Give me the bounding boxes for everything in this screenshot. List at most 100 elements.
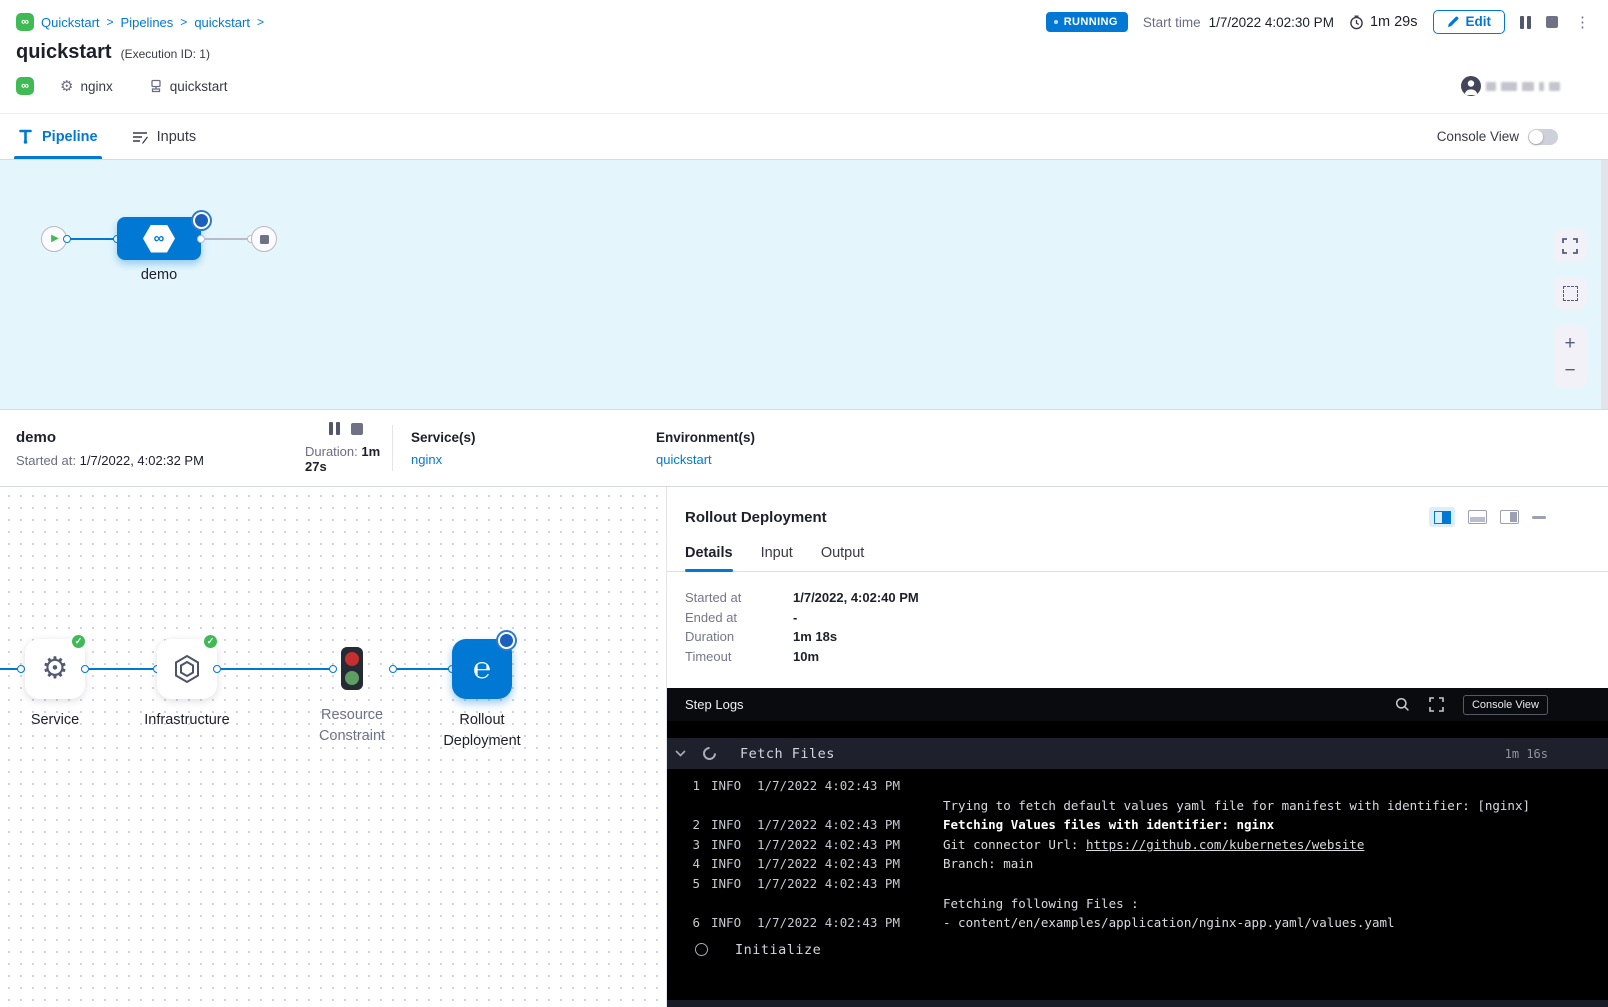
zoom-out-button[interactable]: −: [1564, 361, 1575, 380]
breadcrumb-separator: >: [257, 15, 264, 29]
log-link[interactable]: https://github.com/kubernetes/website: [1086, 837, 1364, 852]
breadcrumb-link-pipelines[interactable]: Pipelines: [121, 15, 174, 30]
console-view-toggle[interactable]: [1528, 129, 1558, 145]
services-block: Service(s) nginx: [411, 430, 656, 467]
layout-right-button[interactable]: [1500, 510, 1519, 524]
breadcrumb: ∞ Quickstart > Pipelines > quickstart >: [16, 13, 264, 31]
redacted-text: [1539, 82, 1544, 91]
more-options-button[interactable]: ⋮: [1573, 15, 1592, 30]
zoom-in-button[interactable]: +: [1564, 334, 1575, 353]
step-node-rollout-deployment[interactable]: ℮: [452, 639, 512, 699]
pause-execution-button[interactable]: [1520, 16, 1531, 29]
breadcrumb-link-quickstart[interactable]: Quickstart: [41, 15, 100, 30]
step-node-resource-constraint[interactable]: [341, 647, 363, 690]
detail-label: Duration: [685, 627, 793, 647]
status-dot-icon: [1054, 20, 1058, 24]
canvas-fullscreen-button[interactable]: [1553, 230, 1587, 262]
next-section-edge: [667, 1000, 1608, 1007]
abort-execution-button[interactable]: [1546, 16, 1558, 28]
section-duration: 1m 16s: [1505, 747, 1548, 761]
page-header: ∞ Quickstart > Pipelines > quickstart > …: [0, 0, 1608, 113]
execution-workspace: ⚙ ✓ ✓ ℮ Service Infrastructure Reso: [0, 487, 1608, 1007]
logs-fullscreen-icon[interactable]: [1429, 697, 1444, 712]
tags-row: ∞ ⚙ nginx quickstart: [0, 64, 1608, 96]
execution-controls: RUNNING Start time 1/7/2022 4:02:30 PM 1…: [1046, 10, 1592, 34]
panel-layout-controls: [1429, 507, 1546, 527]
edge-connector: [81, 665, 89, 673]
service-link[interactable]: nginx: [411, 452, 656, 467]
tab-details[interactable]: Details: [685, 545, 733, 571]
breadcrumb-separator: >: [180, 15, 187, 29]
user-avatar: [1461, 76, 1481, 96]
cd-stage-icon: ∞: [143, 225, 175, 253]
step-logs-title: Step Logs: [685, 697, 744, 712]
duration-label: Duration:: [305, 444, 358, 459]
edge: [221, 668, 333, 670]
edge-connector: [389, 665, 397, 673]
breadcrumb-link-pipeline-name[interactable]: quickstart: [194, 15, 250, 30]
layout-bottom-button[interactable]: [1468, 510, 1487, 524]
tab-output[interactable]: Output: [821, 545, 865, 571]
edge-connector: [197, 235, 205, 243]
service-tag[interactable]: ⚙ nginx: [60, 79, 113, 94]
started-at-label: Started at:: [16, 453, 76, 468]
edge-connector: [17, 665, 25, 673]
person-icon: [1461, 76, 1481, 96]
minimize-panel-button[interactable]: [1532, 516, 1546, 519]
layout-split-right-button[interactable]: [1429, 507, 1455, 527]
section-loading-spinner-icon: [700, 744, 718, 762]
log-section-fetch-files[interactable]: Fetch Files 1m 16s: [667, 738, 1608, 769]
detail-label: Timeout: [685, 647, 793, 667]
stage-pause-button[interactable]: [329, 422, 340, 435]
clock-icon: [1349, 15, 1364, 30]
execution-id: (Execution ID: 1): [121, 47, 210, 61]
environment-link[interactable]: quickstart: [656, 452, 901, 467]
step-running-spinner-icon: [500, 634, 513, 647]
log-line: 1INFO1/7/2022 4:02:43 PM: [667, 776, 1608, 796]
pencil-icon: [1447, 16, 1459, 28]
edge-start-demo: [67, 238, 117, 240]
search-icon[interactable]: [1395, 697, 1410, 712]
stage-abort-button[interactable]: [351, 423, 363, 435]
step-tabs: Details Input Output: [667, 531, 1608, 572]
stage-info-bar: demo Started at: 1/7/2022, 4:02:32 PM Du…: [0, 410, 1608, 487]
tab-input[interactable]: Input: [761, 545, 793, 571]
edge-demo-end: [201, 238, 251, 240]
log-body: 1INFO1/7/2022 4:02:43 PM Trying to fetch…: [667, 769, 1608, 933]
elapsed-value: 1m 29s: [1370, 14, 1418, 30]
detail-value: -: [793, 608, 797, 628]
execution-graph-canvas[interactable]: ⚙ ✓ ✓ ℮ Service Infrastructure Reso: [0, 487, 667, 1007]
rollout-deployment-icon: ℮: [473, 654, 491, 684]
log-line: 3INFO1/7/2022 4:02:43 PMGit connector Ur…: [667, 835, 1608, 855]
environment-tag[interactable]: quickstart: [149, 79, 228, 94]
console-view-control: Console View: [1437, 114, 1558, 159]
environment-tag-label: quickstart: [170, 79, 228, 94]
tab-inputs[interactable]: Inputs: [132, 114, 197, 159]
step-label-service: Service: [0, 710, 117, 731]
stage-node-demo[interactable]: ∞: [117, 217, 201, 260]
play-icon: ▶: [51, 234, 59, 244]
edit-button[interactable]: Edit: [1433, 10, 1506, 34]
success-check-icon: ✓: [70, 633, 87, 650]
page-title: quickstart: [16, 41, 112, 64]
environments-block: Environment(s) quickstart: [656, 430, 901, 467]
end-node[interactable]: [251, 226, 277, 252]
infrastructure-hexagon-icon: [172, 654, 202, 684]
tab-pipeline[interactable]: Pipeline: [18, 114, 98, 159]
section-name: Initialize: [735, 942, 821, 958]
logs-console-view-button[interactable]: Console View: [1463, 695, 1548, 715]
step-details: Started at1/7/2022, 4:02:40 PM Ended at-…: [667, 572, 1608, 688]
log-line: 5INFO1/7/2022 4:02:43 PM: [667, 874, 1608, 894]
environments-label: Environment(s): [656, 430, 901, 445]
started-at-value: 1/7/2022, 4:02:32 PM: [80, 453, 204, 468]
redacted-text: [1501, 82, 1517, 91]
step-label-rollout-deployment: Rollout Deployment: [420, 710, 544, 752]
step-label-infrastructure: Infrastructure: [125, 710, 249, 731]
service-gear-icon: ⚙: [42, 654, 69, 684]
title-row: quickstart (Execution ID: 1): [0, 34, 1608, 64]
log-section-initialize[interactable]: Initialize: [667, 942, 1608, 958]
canvas-fit-button[interactable]: [1553, 277, 1587, 309]
services-label: Service(s): [411, 430, 656, 445]
step-logs-header: Step Logs Console View: [667, 688, 1608, 721]
log-line: 6INFO1/7/2022 4:02:43 PM- content/en/exa…: [667, 913, 1608, 933]
